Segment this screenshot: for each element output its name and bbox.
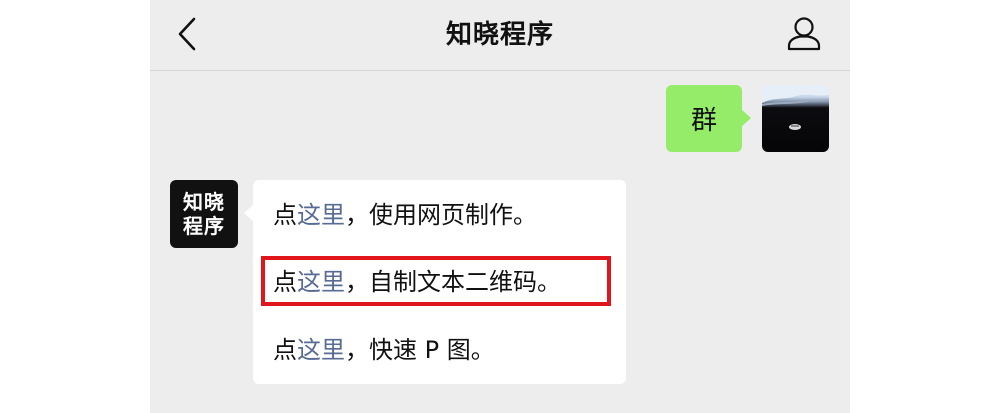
- message-line: 点这里，快速 P 图。: [273, 332, 495, 368]
- line-prefix: 点: [273, 201, 297, 229]
- outgoing-message-text: 群: [690, 106, 717, 136]
- line-suffix: ，使用网页制作。: [345, 201, 537, 229]
- link-web-maker[interactable]: 这里: [297, 201, 345, 229]
- outgoing-message-bubble[interactable]: 群: [666, 85, 751, 152]
- sender-avatar[interactable]: 知晓 程序: [170, 180, 238, 248]
- line-suffix: ，自制文本二维码。: [345, 268, 561, 296]
- nav-bar: 知晓程序: [150, 0, 850, 71]
- line-suffix: ，快速 P 图。: [345, 336, 495, 364]
- link-qr-code[interactable]: 这里: [297, 268, 345, 296]
- avatar-text-line2: 程序: [183, 214, 225, 238]
- incoming-message-bubble: 点这里，使用网页制作。 点这里，自制文本二维码。 点这里，快速 P 图。: [244, 180, 626, 384]
- avatar-image: [762, 85, 829, 130]
- avatar-text-line1: 知晓: [183, 190, 225, 214]
- person-icon: [787, 17, 821, 51]
- message-line: 点这里，使用网页制作。: [273, 197, 537, 233]
- chat-title: 知晓程序: [445, 20, 554, 50]
- my-avatar[interactable]: [762, 85, 829, 152]
- chat-screen: 知晓程序 群 知晓 程序 点这里，使用网页制作。 点这里，自制文本二维码。 点这…: [150, 0, 850, 413]
- message-line: 点这里，自制文本二维码。: [273, 264, 561, 300]
- profile-button[interactable]: [784, 14, 824, 54]
- line-prefix: 点: [273, 336, 297, 364]
- line-prefix: 点: [273, 268, 297, 296]
- link-photo-edit[interactable]: 这里: [297, 336, 345, 364]
